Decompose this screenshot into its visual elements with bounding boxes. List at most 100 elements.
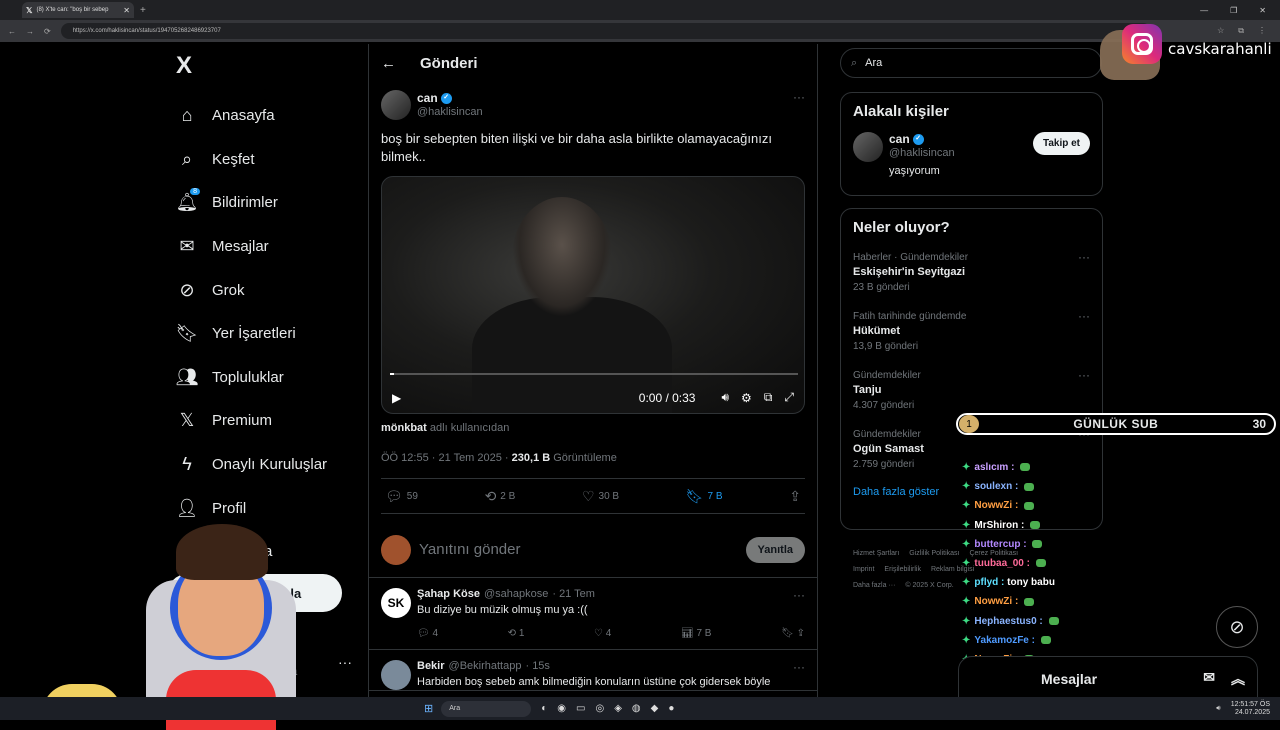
chrome-icon[interactable]: ◉: [557, 703, 566, 714]
trend-item[interactable]: Haberler · Gündemdekiler Eskişehir'in Sey…: [853, 250, 1090, 295]
person-item[interactable]: can ✓ @haklisincan yaşıyorum Takip et: [853, 132, 1090, 178]
nav-bookmarks[interactable]: 🔖︎ Yer İşaretleri: [170, 312, 360, 356]
more-options-icon[interactable]: ···: [1078, 250, 1090, 265]
back-icon[interactable]: ←: [8, 27, 16, 36]
windows-start-icon[interactable]: ⊞: [424, 702, 433, 715]
nav-communities[interactable]: 👥︎ Topluluklar: [170, 356, 360, 400]
app-icon[interactable]: ◆: [651, 703, 659, 714]
mail-icon: ✉: [179, 236, 195, 257]
footer-link[interactable]: Gizlilik Politikası: [909, 550, 959, 557]
via-user[interactable]: mönkbat: [381, 422, 427, 434]
footer-link[interactable]: Daha fazla ···: [853, 582, 895, 589]
share-button[interactable]: ⇪: [789, 488, 801, 505]
app-icon[interactable]: ◍: [632, 703, 641, 714]
reload-icon[interactable]: ⟳: [44, 27, 51, 36]
app-icon[interactable]: ◈: [614, 703, 622, 714]
play-icon[interactable]: ▶: [392, 391, 401, 405]
volume-icon[interactable]: 🔊︎: [721, 390, 729, 405]
reply-button[interactable]: 💬︎ 4: [417, 628, 438, 639]
author-name[interactable]: can: [417, 91, 438, 105]
trend-item[interactable]: Fatih tarihinde gündemde Hükümet 13,9 B gö…: [853, 309, 1090, 354]
video-controls: ▶ 0:00 / 0:33 🔊︎ ⚙ ⧉ ⤢: [392, 390, 794, 405]
reply-submit-button[interactable]: Yanıtla: [745, 536, 805, 563]
nav-grok[interactable]: ⊘ Grok: [170, 268, 360, 312]
footer-link[interactable]: Hizmet Şartları: [853, 550, 899, 557]
maximize-icon[interactable]: ❐: [1230, 6, 1237, 15]
grok-icon[interactable]: ⊘: [1216, 606, 1258, 648]
footer-link[interactable]: Imprint: [853, 566, 874, 573]
x-icon: 𝕏: [179, 410, 195, 431]
reply-author[interactable]: Bekir: [417, 660, 445, 672]
like-button[interactable]: ♡ 30 B: [582, 488, 619, 505]
more-options-icon[interactable]: ···: [793, 588, 805, 602]
url-input[interactable]: https://x.com/haklisincan/status/1947052…: [60, 23, 1151, 39]
clock-time: 12:51:57 ÖS: [1230, 700, 1270, 708]
tab-title: (8) X'te can: "boş bir sebep: [36, 7, 109, 13]
tweet-time[interactable]: ÖÖ 12:55 · 21 Tem 2025 ·: [381, 452, 509, 464]
avatar[interactable]: [853, 132, 883, 162]
profile-more-icon[interactable]: ···: [338, 654, 352, 670]
more-options-icon[interactable]: ···: [793, 90, 805, 104]
pip-icon[interactable]: ⧉: [764, 390, 773, 405]
avatar[interactable]: [381, 90, 411, 120]
reply-button[interactable]: 💬︎ 59: [385, 488, 418, 505]
nav-explore[interactable]: ⌕ Keşfet: [170, 138, 360, 182]
reply-item[interactable]: Bekir @Bekirhattapp · 15s ··· Harbiden boş …: [369, 650, 817, 691]
trend-item[interactable]: Gündemdekiler Tanju 4.307 gönderi ···: [853, 368, 1090, 413]
search-input[interactable]: ⌕ Ara: [840, 48, 1102, 78]
person-name[interactable]: can: [889, 132, 910, 146]
author-handle[interactable]: @haklisincan: [417, 105, 483, 119]
address-bar-row: ← → ⟳ https://x.com/haklisincan/status/1…: [0, 20, 1280, 42]
new-message-icon[interactable]: ✉: [1203, 669, 1215, 689]
settings-icon[interactable]: ⚙: [741, 391, 752, 405]
expand-icon[interactable]: ︽: [1231, 669, 1245, 689]
reply-item[interactable]: SK Şahap Köse @sahapkose · 21 Tem ··· Bu di…: [369, 578, 817, 650]
messages-drawer[interactable]: Mesajlar ✉ ︽: [958, 656, 1258, 702]
spotify-icon[interactable]: ●: [668, 703, 674, 714]
forward-icon[interactable]: →: [26, 27, 34, 36]
bookmark-button[interactable]: 🔖︎ 7 B: [686, 488, 723, 505]
reply-input[interactable]: Yanıtını gönder: [419, 541, 520, 558]
daily-sub-bar: 1 GÜNLÜK SUB 30: [956, 413, 1276, 435]
bookmark-icon[interactable]: 🔖︎ ⇪: [781, 628, 805, 639]
clock-date: 24.07.2025: [1234, 708, 1270, 716]
nav-messages[interactable]: ✉ Mesajlar: [170, 225, 360, 269]
back-arrow-icon[interactable]: ←: [381, 55, 396, 72]
more-options-icon[interactable]: ···: [1078, 309, 1090, 324]
repost-button[interactable]: ⟲ 1: [508, 628, 525, 639]
x-logo-icon[interactable]: X: [176, 52, 360, 80]
follow-button[interactable]: Takip et: [1032, 132, 1090, 155]
nav-premium[interactable]: 𝕏 Premium: [170, 399, 360, 443]
video-player[interactable]: ▶ 0:00 / 0:33 🔊︎ ⚙ ⧉ ⤢: [381, 176, 805, 414]
new-tab-button[interactable]: +: [140, 5, 146, 16]
nav-notifications[interactable]: 🔔︎ 8 Bildirimler: [170, 181, 360, 225]
footer-link[interactable]: Erişilebilirlik: [884, 566, 921, 573]
app-icon[interactable]: ◎: [595, 703, 604, 714]
nav-verified-orgs[interactable]: ϟ Onaylı Kuruluşlar: [170, 443, 360, 487]
clock: 12:51:57 ÖS 24.07.2025: [1231, 701, 1270, 717]
avatar[interactable]: SK: [381, 588, 411, 618]
close-window-icon[interactable]: ✕: [1259, 6, 1266, 15]
avatar[interactable]: [381, 660, 411, 690]
more-options-icon[interactable]: ···: [793, 660, 805, 674]
taskbar-search[interactable]: Ara: [441, 700, 532, 717]
volume-icon[interactable]: 🔊︎: [1216, 705, 1220, 713]
chat-badge-icon: ✦: [962, 519, 971, 531]
folder-icon[interactable]: ▭: [576, 703, 585, 714]
search-icon: ⌕: [181, 148, 193, 169]
video-progress-bar[interactable]: [390, 373, 798, 375]
browser-tab[interactable]: 𝕏 (8) X'te can: "boş bir sebep ✕: [22, 2, 134, 18]
more-options-icon[interactable]: ···: [1078, 368, 1090, 383]
minimize-icon[interactable]: —: [1200, 6, 1208, 15]
app-icon[interactable]: ◐: [541, 703, 547, 714]
views-button[interactable]: 📊︎ 7 B: [681, 628, 712, 639]
tweet-actions: 💬︎ 59 ⟲ 2 B ♡ 30 B 🔖︎ 7 B ⇪: [381, 478, 805, 514]
nav-home[interactable]: ⌂ Anasayfa: [170, 94, 360, 138]
reply-author[interactable]: Şahap Köse: [417, 588, 480, 600]
chat-emote-icon: [1024, 597, 1035, 606]
like-button[interactable]: ♡ 4: [594, 628, 611, 639]
chat-badge-icon: ✦: [962, 500, 971, 512]
repost-button[interactable]: ⟲ 2 B: [485, 488, 516, 505]
fullscreen-icon[interactable]: ⤢: [784, 390, 794, 405]
close-tab-icon[interactable]: ✕: [123, 6, 130, 15]
